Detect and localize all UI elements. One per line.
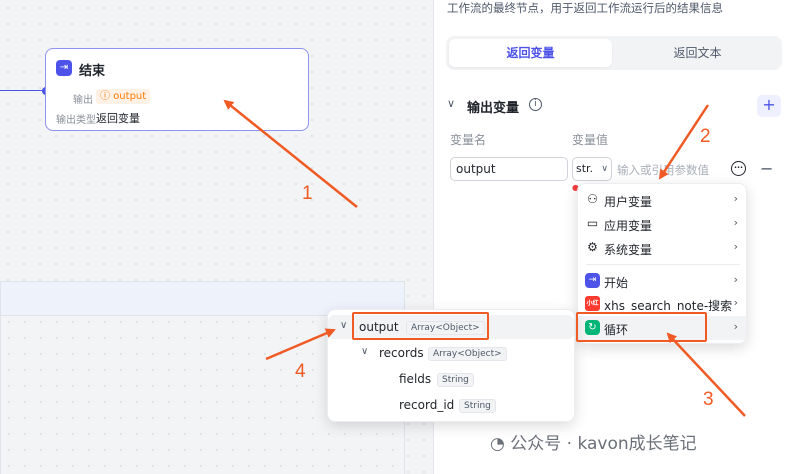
annotation-label-4: 4 (295, 361, 306, 382)
annotation-label-2: 2 (700, 126, 711, 147)
annotation-label-1: 1 (302, 183, 313, 204)
wechat-icon: ◔ (490, 434, 505, 454)
annotation-label-3: 3 (703, 389, 714, 410)
watermark: ◔ 公众号 · kavon成长笔记 (490, 429, 697, 454)
annotation-arrow-4 (265, 328, 336, 361)
watermark-text: 公众号 · kavon成长笔记 (510, 434, 697, 454)
annotation-arrows (223, 99, 746, 417)
annotation-arrow-1 (223, 99, 358, 208)
